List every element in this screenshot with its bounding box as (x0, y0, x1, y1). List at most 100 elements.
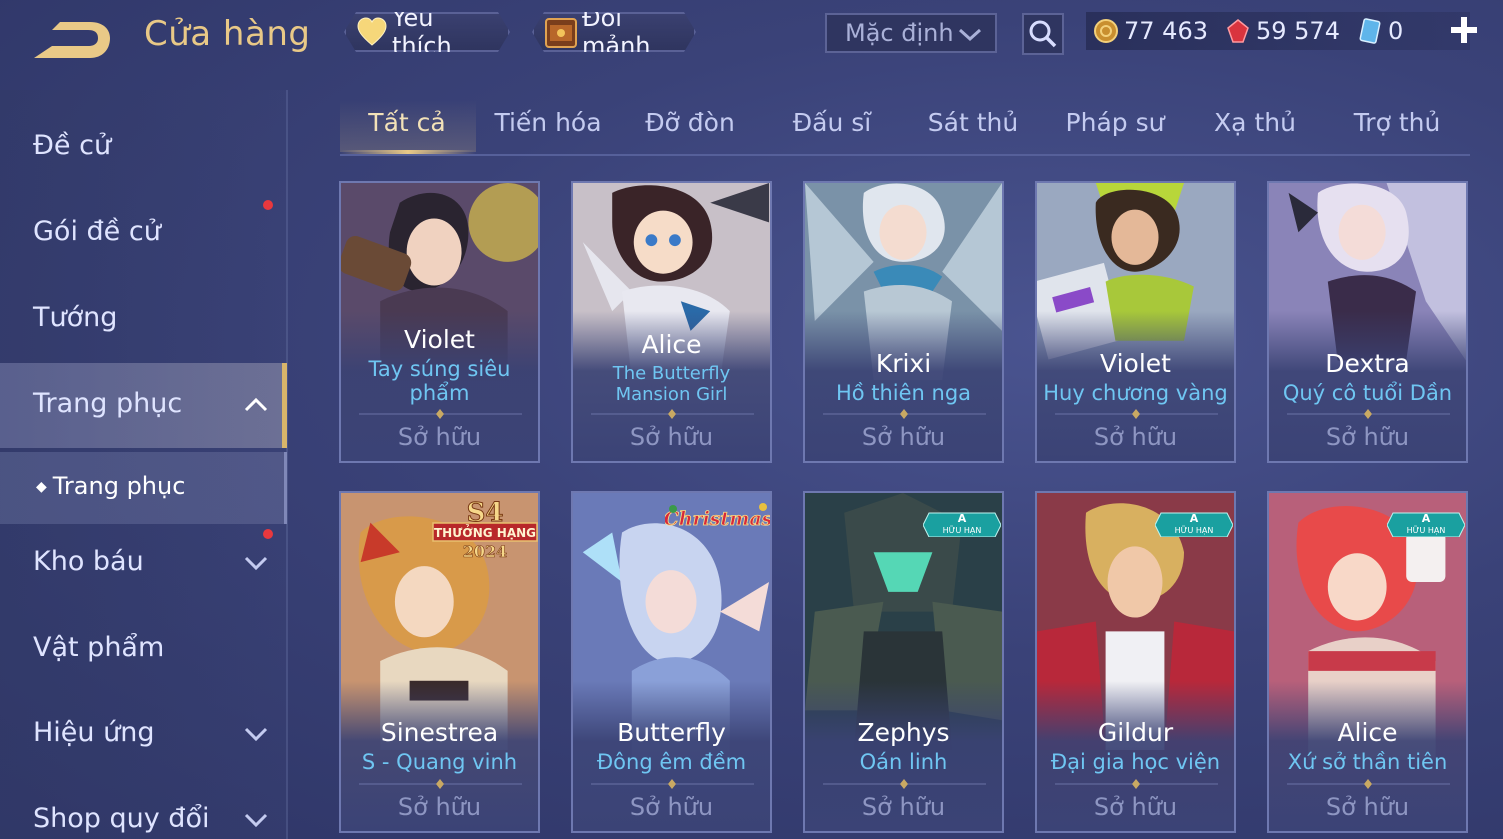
owned-status: Sở hữu (629, 793, 714, 821)
owned-status: Sở hữu (1093, 793, 1178, 821)
limited-badge: A HỮU HẠN (923, 512, 1001, 537)
card-divider (1287, 409, 1450, 419)
skin-card[interactable]: A HỮU HẠN Zephys Oán linh Sở hữu (803, 491, 1004, 833)
gold-amount: 77 463 (1124, 17, 1208, 45)
sidebar-item-exchange-shop[interactable]: Shop quy đổi (33, 803, 209, 834)
tab-tank[interactable]: Đỡ đòn (645, 108, 735, 137)
hero-name: Gildur (1097, 718, 1174, 747)
limited-letter: A (1422, 512, 1431, 525)
skin-name: Đông êm đềm (596, 750, 747, 774)
blue-card-icon (1356, 17, 1384, 45)
skin-name: Xứ sở thần tiên (1287, 750, 1448, 774)
hero-name: Violet (1100, 349, 1171, 378)
owned-status: Sở hữu (397, 793, 482, 821)
owned-status: Sở hữu (397, 423, 482, 451)
skin-card[interactable]: Violet Tay súng siêu phẩm Sở hữu (339, 181, 540, 463)
skin-name: Đại gia học viện (1050, 750, 1221, 774)
tab-assassin[interactable]: Sát thủ (928, 108, 1018, 137)
skin-name: The Butterfly Mansion Girl (612, 363, 731, 405)
card-divider (1055, 409, 1218, 419)
tab-evolution[interactable]: Tiến hóa (494, 108, 601, 137)
sidebar-item-heroes[interactable]: Tướng (33, 302, 117, 333)
hero-name: Violet (404, 325, 475, 354)
treasure-chest-icon (544, 15, 578, 49)
tab-all[interactable]: Tất cả (368, 108, 445, 137)
skin-name: Oán linh (859, 750, 948, 774)
skin-card[interactable]: Violet Huy chương vàng Sở hữu (1035, 181, 1236, 463)
chevron-down-icon[interactable] (244, 809, 268, 831)
sidebar-item-items[interactable]: Vật phẩm (33, 632, 164, 663)
chevron-down-icon[interactable] (244, 552, 268, 574)
exchange-label: Đổi mảnh (582, 4, 651, 60)
limited-badge: A HỮU HẠN (1387, 512, 1465, 537)
tab-mage[interactable]: Pháp sư (1066, 108, 1165, 137)
sidebar-item-effects[interactable]: Hiệu ứng (33, 717, 154, 748)
hero-name: Butterfly (617, 718, 726, 747)
gold-coin-icon (1092, 17, 1120, 45)
owned-status: Sở hữu (629, 423, 714, 451)
hero-name: Krixi (875, 349, 932, 378)
exchange-fragments-button[interactable]: Đổi mảnh (532, 12, 696, 52)
owned-status: Sở hữu (1093, 423, 1178, 451)
red-gem-icon (1224, 17, 1252, 45)
skin-name: Tay súng siêu phẩm (368, 357, 511, 405)
skin-card[interactable]: Alice The Butterfly Mansion Girl Sở hữu (571, 181, 772, 463)
limited-text: HỮU HẠN (1407, 524, 1446, 536)
card-divider (359, 779, 522, 789)
card-divider (591, 779, 754, 789)
hero-name: Zephys (857, 718, 950, 747)
badge-s4-year: 2024 (463, 542, 508, 561)
skin-card[interactable]: Krixi Hồ thiên nga Sở hữu (803, 181, 1004, 463)
owned-status: Sở hữu (1325, 423, 1410, 451)
hero-name: Alice (641, 330, 702, 359)
sidebar-item-skins[interactable]: Trang phục (33, 388, 182, 419)
card-divider (823, 779, 986, 789)
owned-status: Sở hữu (1325, 793, 1410, 821)
skin-card[interactable]: S4 THƯỞNG HẠNG 2024 Sinestrea S - Quang … (339, 491, 540, 833)
owned-status: Sở hữu (861, 793, 946, 821)
skin-card[interactable]: Christmas Butterfly Đông êm đềm Sở hữu (571, 491, 772, 833)
card-divider (1287, 779, 1450, 789)
search-button[interactable] (1022, 13, 1064, 55)
notification-dot (263, 200, 273, 210)
limited-text: HỮU HẠN (943, 524, 982, 536)
sidebar-item-featured-packs[interactable]: Gói đề cử (33, 216, 161, 247)
favorites-button[interactable]: Yêu thích (344, 12, 510, 52)
tab-support[interactable]: Trợ thủ (1354, 108, 1441, 137)
limited-letter: A (1190, 512, 1199, 525)
chevron-down-icon[interactable] (244, 723, 268, 745)
badge-s4-mid: THƯỞNG HẠNG (434, 524, 536, 540)
card-divider (823, 409, 986, 419)
notification-dot (263, 529, 273, 539)
limited-letter: A (958, 512, 967, 525)
add-currency-plus-icon[interactable] (1448, 14, 1480, 46)
tab-marksman[interactable]: Xạ thủ (1214, 108, 1296, 137)
skin-name: Hồ thiên nga (835, 381, 972, 405)
skin-card[interactable]: A HỮU HẠN Alice Xứ sở thần tiên Sở hữu (1267, 491, 1468, 833)
favorites-label: Yêu thích (392, 4, 452, 60)
back-arrow-icon[interactable] (30, 18, 112, 62)
card-divider (1055, 779, 1218, 789)
skin-name: S - Quang vinh (361, 750, 518, 774)
voucher-currency: 59 574 (1224, 17, 1340, 45)
hero-name: Alice (1337, 718, 1398, 747)
sort-dropdown[interactable]: Mặc định (825, 13, 997, 53)
season-rank-badge: S4 THƯỞNG HẠNG 2024 (432, 498, 538, 561)
chevron-down-icon (958, 28, 982, 42)
gold-currency: 77 463 (1092, 17, 1208, 45)
skin-card[interactable]: Dextra Quý cô tuổi Dần Sở hữu (1267, 181, 1468, 463)
hero-name: Dextra (1325, 349, 1410, 378)
tab-fighter[interactable]: Đấu sĩ (793, 108, 871, 137)
hero-name: Sinestrea (380, 718, 499, 747)
card-divider (359, 409, 522, 419)
limited-badge: A HỮU HẠN (1155, 512, 1233, 537)
sidebar-subitem-skins[interactable]: ◆ Trang phục (36, 472, 185, 500)
chevron-up-icon[interactable] (244, 394, 268, 416)
badge-s4-top: S4 (467, 498, 504, 528)
card-divider (591, 409, 754, 419)
owned-status: Sở hữu (861, 423, 946, 451)
skin-card[interactable]: A HỮU HẠN Gildur Đại gia học viện Sở hữu (1035, 491, 1236, 833)
sidebar-item-treasure[interactable]: Kho báu (33, 546, 144, 577)
sidebar-item-featured[interactable]: Đề cử (33, 130, 111, 161)
tab-active-underline (340, 150, 476, 154)
